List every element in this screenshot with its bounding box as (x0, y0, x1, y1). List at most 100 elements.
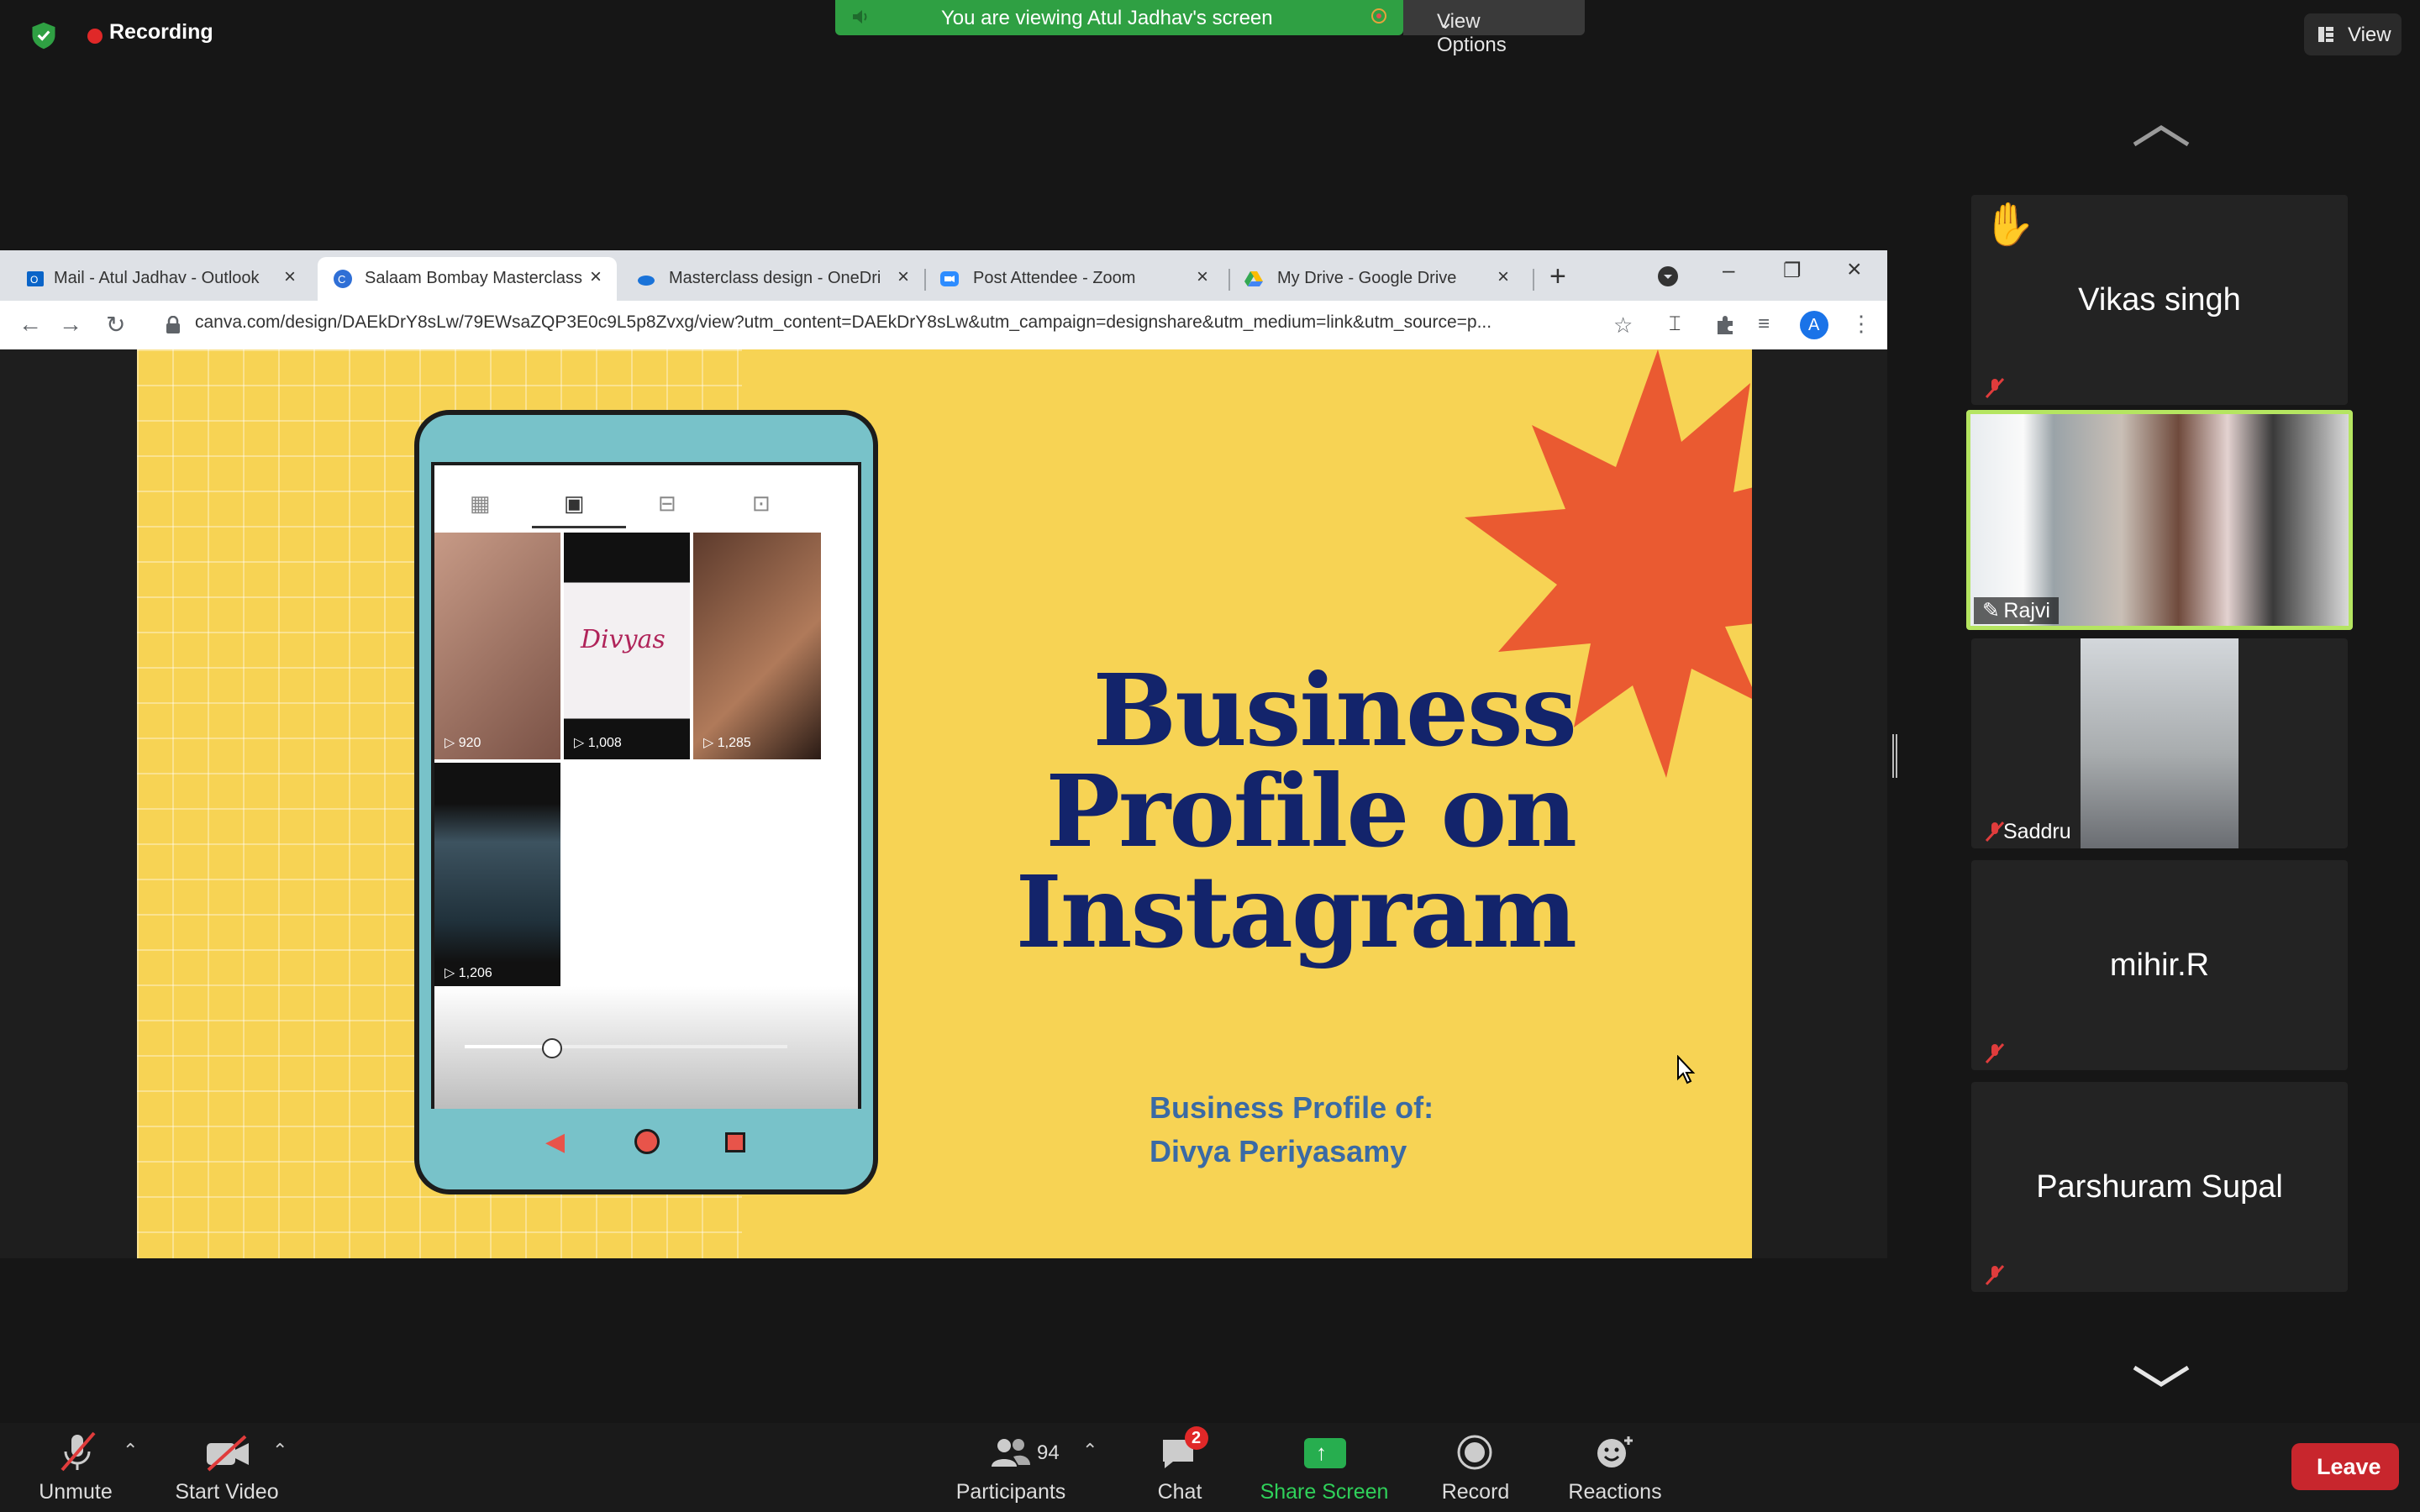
nav-back-icon: ◀ (545, 1128, 566, 1156)
share-screen-label: Share Screen (1260, 1480, 1389, 1504)
new-tab-icon[interactable]: + (1549, 260, 1566, 293)
minimize-icon[interactable]: – (1723, 257, 1734, 283)
reel-brand-text: Divyas (581, 625, 666, 654)
phone-screen: ▦ ▣ ⊟ ⊡ ▷ 920 Divyas ▷ 1,008 ▷ 1,285 ▷ 1… (431, 462, 861, 1109)
tagged-tab-icon: ⊡ (752, 491, 771, 516)
participant-name: Vikas singh (2078, 282, 2241, 318)
extension-icon[interactable]: ⌶ (1669, 312, 1681, 336)
participants-label: Participants (955, 1480, 1066, 1504)
start-video-button[interactable]: Start Video (168, 1480, 286, 1504)
reel-thumbnail: Divyas ▷ 1,008 (564, 533, 690, 759)
participants-chevron-icon[interactable]: ⌃ (1082, 1440, 1097, 1462)
gallery-layout-icon (2318, 27, 2333, 42)
close-tab-icon[interactable]: × (1197, 265, 1208, 289)
participant-name: Rajvi (2003, 599, 2050, 622)
onedrive-icon (638, 276, 655, 286)
view-label: View (2348, 24, 2391, 46)
view-button[interactable]: View (2304, 13, 2402, 55)
reactions-label: Reactions (1568, 1480, 1662, 1504)
record-icon[interactable] (1457, 1435, 1492, 1470)
tab-search-icon[interactable] (1657, 265, 1679, 287)
unmute-button[interactable]: Unmute (34, 1480, 118, 1504)
recording-label: Recording (109, 20, 213, 44)
url-input[interactable]: canva.com/design/DAEkDrY8sLw/79EWsaZQP3E… (195, 312, 1590, 333)
participant-name-tag: ✎ Rajvi (1974, 597, 2059, 624)
mic-muted-icon (1985, 377, 2005, 399)
participant-name: Saddru (2003, 820, 2071, 843)
chat-badge-count: 2 (1192, 1429, 1202, 1447)
raised-hand-icon: ✋ (1983, 201, 2036, 248)
scroll-up-icon[interactable] (2131, 124, 2191, 148)
close-tab-icon[interactable]: × (1497, 265, 1509, 289)
leave-label: Leave (2317, 1454, 2381, 1479)
forward-icon[interactable]: → (59, 311, 82, 338)
stop-share-icon[interactable] (1371, 8, 1386, 24)
reactions-button[interactable]: Reactions (1563, 1480, 1667, 1504)
browser-menu-icon[interactable]: ⋮ (1850, 311, 1872, 337)
participant-tile-rajvi[interactable]: ✎ Rajvi (1966, 410, 2353, 630)
igtv-tab-icon: ⊟ (658, 491, 676, 516)
participant-tile-parshuram[interactable]: Parshuram Supal (1971, 1082, 2348, 1292)
address-bar: ← → ↻ canva.com/design/DAEkDrY8sLw/79EWs… (0, 301, 1887, 349)
active-tab-underline (532, 526, 626, 528)
extensions-puzzle-icon[interactable] (1714, 314, 1736, 336)
profile-avatar[interactable]: A (1800, 311, 1828, 339)
security-shield-icon[interactable] (27, 20, 60, 50)
reload-icon[interactable]: ↻ (106, 311, 125, 339)
reel-thumbnail: ▷ 1,285 (693, 533, 821, 759)
tab-google-drive[interactable]: My Drive - Google Drive × (1232, 257, 1531, 301)
scroll-down-icon[interactable] (2131, 1364, 2191, 1388)
record-button[interactable]: Record (1428, 1480, 1523, 1504)
mouse-cursor-icon (1677, 1055, 1696, 1084)
mic-muted-icon[interactable] (55, 1430, 99, 1473)
participant-name: mihir.R (2109, 948, 2210, 983)
participant-tile-vikas[interactable]: ✋ Vikas singh (1971, 195, 2348, 405)
zoom-icon (940, 271, 959, 286)
record-label: Record (1441, 1480, 1510, 1504)
share-screen-button[interactable]: Share Screen (1257, 1480, 1392, 1504)
nav-recent-icon (725, 1132, 745, 1152)
svg-text:O: O (30, 274, 38, 286)
video-off-icon[interactable] (203, 1435, 252, 1472)
reel-thumbnail: ▷ 920 (434, 533, 560, 759)
participant-tile-saddru[interactable]: Saddru (1971, 638, 2348, 848)
chat-badge: 2 (1185, 1426, 1208, 1450)
view-options-button[interactable]: View Options ⌄ (1403, 0, 1585, 56)
panel-resize-handle[interactable] (1892, 734, 1897, 778)
back-icon[interactable]: ← (18, 311, 42, 338)
audio-options-chevron-icon[interactable]: ⌃ (123, 1440, 138, 1462)
participant-video (1970, 414, 2349, 626)
bookmark-star-icon[interactable]: ☆ (1613, 312, 1633, 339)
media-control-icon[interactable]: ≡ (1758, 312, 1770, 336)
reel-views: ▷ 920 (445, 736, 481, 750)
share-screen-icon[interactable]: ↑ (1304, 1438, 1346, 1468)
close-tab-icon[interactable]: × (590, 265, 602, 289)
reel-views: ▷ 1,008 (574, 736, 622, 750)
outlook-icon: O (27, 271, 44, 286)
canva-icon: C (334, 270, 352, 288)
participants-button[interactable]: Participants (950, 1480, 1072, 1504)
reactions-icon[interactable] (1595, 1433, 1635, 1470)
restore-icon[interactable]: ❐ (1783, 259, 1802, 283)
close-tab-icon[interactable]: × (284, 265, 296, 289)
leave-button[interactable]: Leave (2291, 1443, 2399, 1490)
participants-count: 94 (1037, 1441, 1060, 1464)
tab-onedrive[interactable]: Masterclass design - OneDri × (623, 257, 923, 301)
close-tab-icon[interactable]: × (897, 265, 909, 289)
tab-outlook[interactable]: O Mail - Atul Jadhav - Outlook × (0, 257, 311, 301)
tab-canva[interactable]: C Salaam Bombay Masterclass × (318, 257, 617, 301)
presentation-slide: Business Profile on Instagram Business P… (137, 349, 1752, 1258)
chat-button[interactable]: Chat (1146, 1480, 1213, 1504)
speaker-icon[interactable] (850, 7, 871, 27)
tab-zoom[interactable]: Post Attendee - Zoom × (928, 257, 1230, 301)
tab-separator (1228, 269, 1230, 291)
video-options-chevron-icon[interactable]: ⌃ (272, 1440, 287, 1462)
reel-views: ▷ 1,206 (445, 966, 492, 980)
lock-icon[interactable] (165, 316, 182, 334)
participant-tile-mihir[interactable]: mihir.R (1971, 860, 2348, 1070)
slide-subtitle-line-2: Divya Periyasamy (1150, 1134, 1407, 1168)
close-window-icon[interactable]: × (1847, 255, 1862, 284)
grid-tab-icon: ▦ (470, 491, 491, 516)
participants-icon[interactable] (990, 1436, 1032, 1468)
unmute-label: Unmute (39, 1480, 113, 1504)
